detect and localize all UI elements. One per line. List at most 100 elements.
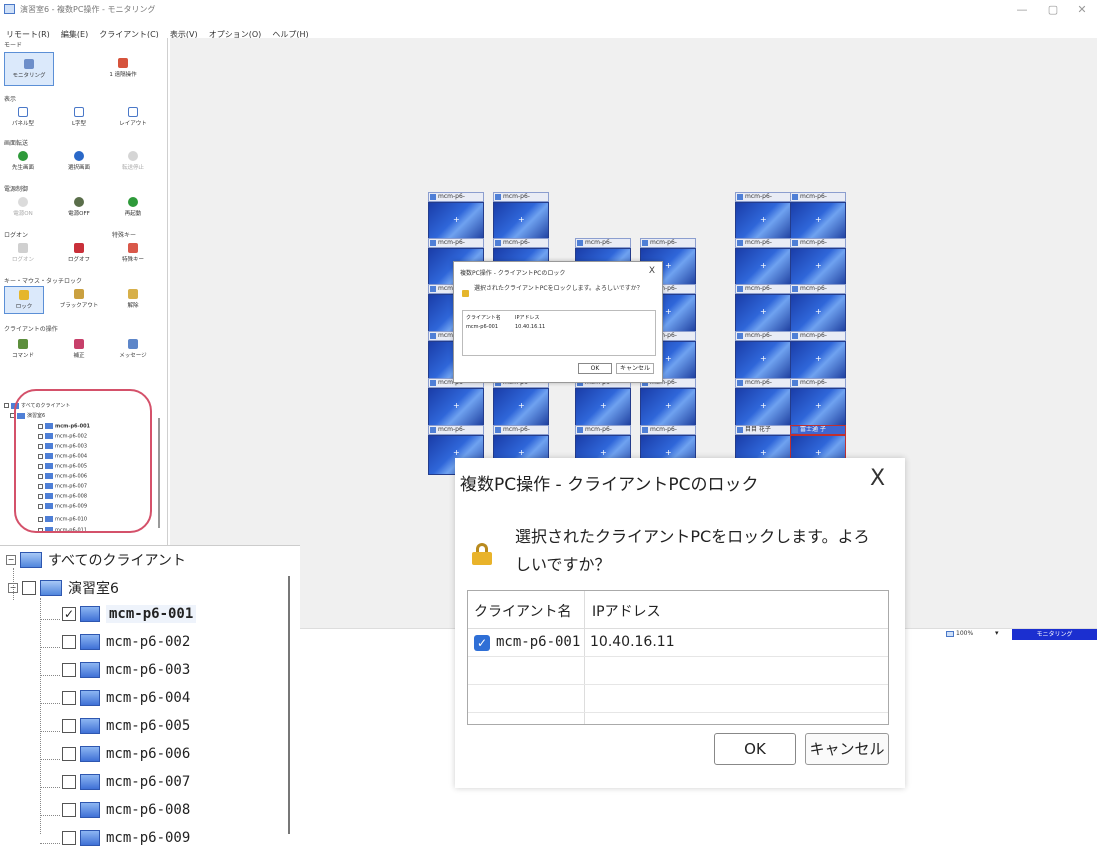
client-tile[interactable]: mcm-p6- [790,378,846,428]
client-tile[interactable]: mcm-p6- [493,192,549,242]
ok-button[interactable]: OK [578,363,612,374]
cancel-button[interactable]: キャンセル [805,733,889,765]
l-view-button[interactable]: L字型 [58,104,100,132]
panel-view-button[interactable]: パネル型 [2,104,44,132]
unlock-button[interactable]: 解除 [112,286,154,314]
tree-item[interactable]: mcm-p6-004 [62,690,190,716]
tree-item[interactable]: mcm-p6-005 [62,718,190,744]
special-key-icon [128,243,138,253]
tree-checkbox[interactable] [62,635,76,649]
col-ip-address: IPアドレス [515,315,540,321]
zoom-dropdown-arrow[interactable]: ▾ [995,629,999,637]
tree-item[interactable]: mcm-p6-006 [62,746,190,772]
tree-checkbox[interactable]: ✓ [62,607,76,621]
layout-view-button[interactable]: レイアウト [112,104,154,132]
client-tile[interactable]: mcm-p6- [735,378,791,428]
lock-button[interactable]: ロック [4,286,44,314]
correct-icon [74,339,84,349]
stop-transfer-button[interactable]: 転送停止 [112,148,154,176]
tree-checkbox[interactable] [62,831,76,845]
tree-scrollbar[interactable] [158,418,160,528]
client-tile[interactable]: mcm-p6- [640,378,696,428]
tree-checkbox[interactable] [62,663,76,677]
tree-item[interactable]: mcm-p6-009 [62,830,190,856]
tree-checkbox[interactable] [4,403,9,408]
tile-screen [790,202,846,242]
zoom-level[interactable]: 100% [956,630,973,637]
tree-item-label: mcm-p6-007 [106,774,191,790]
message-button[interactable]: メッセージ [112,336,154,364]
tree-item[interactable]: mcm-p6-002 [62,634,190,660]
maximize-button[interactable]: ▢ [1043,3,1063,16]
client-tile[interactable]: mcm-p6- [735,238,791,288]
lock-icon [462,290,469,297]
collapse-icon[interactable]: − [6,555,16,565]
tile-label: mcm-p6- [493,192,549,202]
tile-label: mcm-p6- [575,425,631,435]
group-checkbox[interactable] [22,581,36,595]
tree-checkbox[interactable] [62,691,76,705]
correct-button[interactable]: 補正 [58,336,100,364]
client-tile[interactable]: mcm-p6- [575,378,631,428]
client-tile[interactable]: mcm-p6- [790,284,846,334]
row-client-name: mcm-p6-001 [466,324,498,330]
client-tile[interactable]: mcm-p6- [735,192,791,242]
client-tile[interactable]: mcm-p6- [428,192,484,242]
tree-checkbox[interactable] [62,803,76,817]
remote-control-icon [118,58,128,68]
row-checkbox[interactable]: ✓ [474,635,490,651]
unlock-icon [128,289,138,299]
tree-line [40,675,60,676]
tree-scrollbar[interactable] [288,576,290,834]
restart-button[interactable]: 再起動 [112,194,154,222]
tree-checkbox[interactable] [62,775,76,789]
special-key-button[interactable]: 特殊キー [112,240,154,268]
tree-checkbox[interactable] [62,719,76,733]
tile-screen [790,388,846,428]
pc-icon [80,690,100,706]
blackout-button[interactable]: ブラックアウト [58,286,100,314]
logon-button[interactable]: ログオン [2,240,44,268]
tile-screen [735,388,791,428]
logoff-icon [74,243,84,253]
client-tile[interactable]: mcm-p6- [790,331,846,381]
client-tile[interactable]: mcm-p6- [493,378,549,428]
table-row[interactable]: ✓ mcm-p6-001 10.40.16.11 [468,629,888,657]
tree-item[interactable]: ✓ mcm-p6-001 [62,605,197,632]
selected-screen-button[interactable]: 選択画面 [58,148,100,176]
client-tile[interactable]: mcm-p6- [735,284,791,334]
client-tile[interactable]: mcm-p6- [735,331,791,381]
classroom-icon [40,580,62,596]
tree-group[interactable]: − 演習室6 [8,578,119,604]
minimize-button[interactable]: — [1012,3,1032,16]
command-button[interactable]: コマンド [2,336,44,364]
client-tile[interactable]: mcm-p6- [428,378,484,428]
remote-control-button[interactable]: 1 遠隔操作 [98,52,148,86]
cancel-button[interactable]: キャンセル [616,363,654,374]
ok-button[interactable]: OK [714,733,796,765]
tree-checkbox[interactable] [62,747,76,761]
tree-item-label: mcm-p6-004 [106,690,191,706]
pc-icon [80,746,100,762]
col-ip-address[interactable]: IPアドレス [592,601,661,621]
tile-screen [735,248,791,288]
tile-label: mcm-p6- [735,331,791,341]
power-on-button[interactable]: 電源ON [2,194,44,222]
collapse-icon[interactable]: − [8,583,18,593]
dialog-close-button[interactable]: X [649,266,655,276]
logoff-button[interactable]: ログオフ [58,240,100,268]
power-off-button[interactable]: 電源OFF [58,194,100,222]
tree-item[interactable]: mcm-p6-003 [62,662,190,688]
tree-root[interactable]: − すべてのクライアント [6,550,186,576]
close-button[interactable]: ✕ [1072,3,1092,16]
tree-item[interactable]: mcm-p6-008 [62,802,190,828]
client-tile[interactable]: mcm-p6- [790,238,846,288]
bulb-icon [18,197,28,207]
teacher-screen-button[interactable]: 先生画面 [2,148,44,176]
col-client-name[interactable]: クライアント名 [474,601,571,621]
dialog-close-button[interactable]: X [870,466,885,491]
window-title: 演習室6 - 複数PC操作 - モニタリング [20,5,156,14]
tree-item[interactable]: mcm-p6-007 [62,774,190,800]
client-tile[interactable]: mcm-p6- [790,192,846,242]
monitoring-mode-button[interactable]: モニタリング [4,52,54,86]
